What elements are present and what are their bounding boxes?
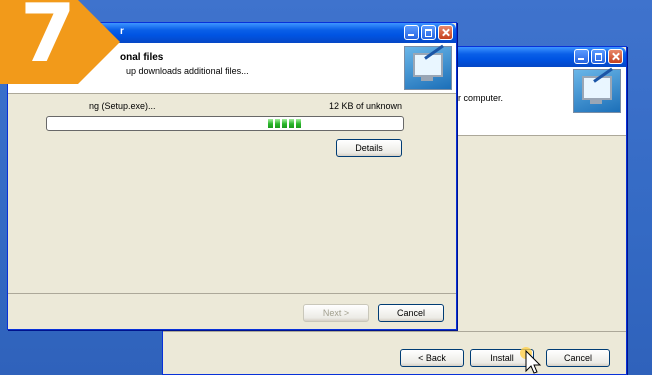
step-number: 7	[20, 0, 76, 80]
download-header-title: onal files	[120, 52, 164, 63]
install-cancel-button[interactable]: Cancel	[546, 349, 610, 367]
step-badge: 7	[0, 0, 122, 106]
setup-monitor-icon	[573, 67, 621, 113]
download-window-divider	[8, 293, 456, 294]
close-icon[interactable]	[608, 49, 623, 64]
progress-chunk	[296, 119, 301, 128]
progress-chunk	[289, 119, 294, 128]
download-progress-bar	[46, 116, 404, 131]
progress-chunk	[282, 119, 287, 128]
download-size-text: 12 KB of unknown	[328, 101, 402, 111]
download-header-subtitle: up downloads additional files...	[126, 66, 249, 76]
maximize-icon[interactable]	[591, 49, 606, 64]
close-icon[interactable]	[438, 25, 453, 40]
minimize-icon[interactable]	[574, 49, 589, 64]
details-button[interactable]: Details	[336, 139, 402, 157]
download-cancel-button[interactable]: Cancel	[378, 304, 444, 322]
progress-chunk	[268, 119, 273, 128]
install-header-text: r computer.	[458, 93, 504, 103]
back-button[interactable]: < Back	[400, 349, 464, 367]
setup-monitor-icon	[404, 44, 452, 90]
progress-chunk	[275, 119, 280, 128]
next-button: Next >	[303, 304, 369, 322]
maximize-icon[interactable]	[421, 25, 436, 40]
install-window-divider	[163, 331, 626, 332]
minimize-icon[interactable]	[404, 25, 419, 40]
mouse-pointer-icon	[520, 347, 542, 374]
